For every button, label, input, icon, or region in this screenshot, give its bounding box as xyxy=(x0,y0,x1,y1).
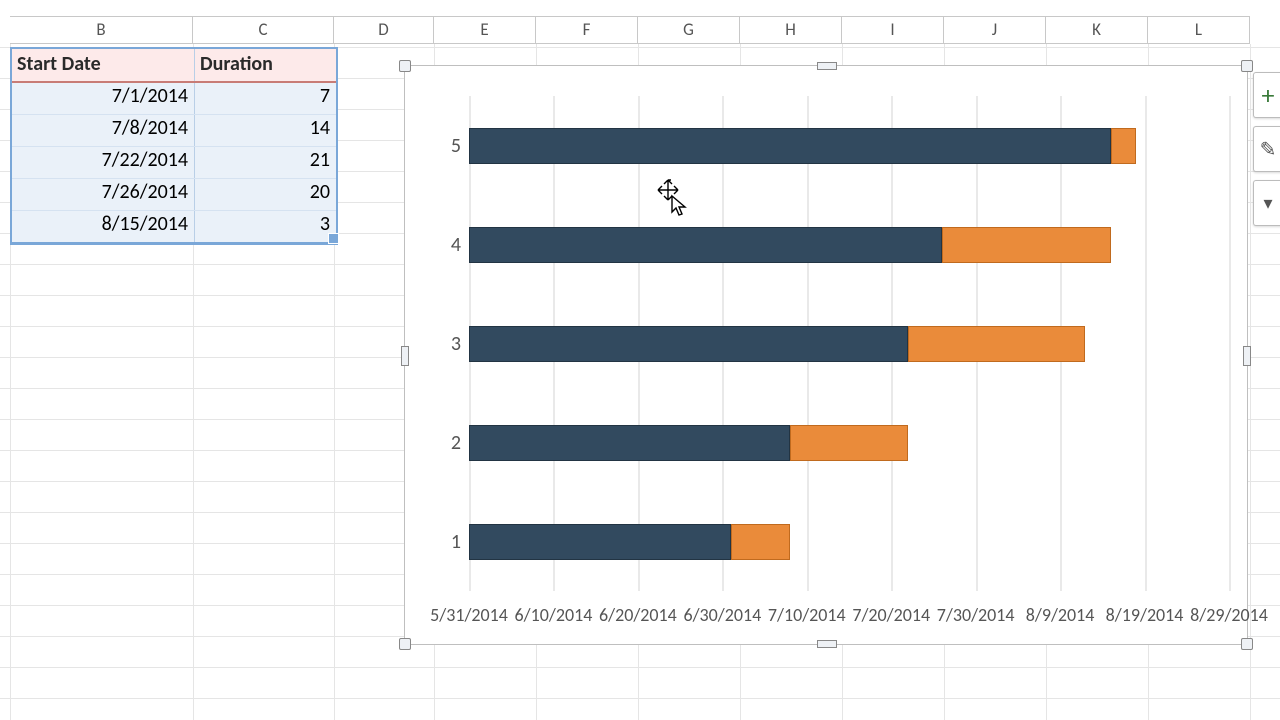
plus-icon: + xyxy=(1262,79,1275,111)
column-header-K[interactable]: K xyxy=(1046,16,1148,44)
column-header-L[interactable]: L xyxy=(1148,16,1250,44)
cell-duration[interactable]: 3 xyxy=(195,211,336,242)
y-tick-label: 2 xyxy=(441,431,461,455)
x-tick-label: 7/10/2014 xyxy=(768,604,846,626)
bar-segment-duration[interactable] xyxy=(731,524,790,560)
cell-duration[interactable]: 7 xyxy=(195,83,336,114)
bar-segment-duration[interactable] xyxy=(942,227,1111,263)
bar-segment-start[interactable] xyxy=(469,524,731,560)
brush-icon: ✎ xyxy=(1260,137,1277,162)
bar-segment-start[interactable] xyxy=(469,425,790,461)
column-header-I[interactable]: I xyxy=(842,16,944,44)
cell-duration[interactable]: 21 xyxy=(195,147,336,178)
column-header-G[interactable]: G xyxy=(638,16,740,44)
filter-icon: ▾ xyxy=(1263,192,1272,214)
y-tick-label: 5 xyxy=(441,134,461,158)
cell-start-date[interactable]: 7/22/2014 xyxy=(12,147,195,178)
bar-segment-duration[interactable] xyxy=(908,326,1085,362)
resize-handle-l[interactable] xyxy=(401,346,409,366)
resize-handle-br[interactable] xyxy=(1241,638,1253,650)
resize-handle-tl[interactable] xyxy=(399,60,411,72)
worksheet[interactable]: BCDEFGHIJKL Start Date Duration 7/1/2014… xyxy=(0,0,1280,720)
resize-handle-bl[interactable] xyxy=(399,638,411,650)
bar-segment-duration[interactable] xyxy=(790,425,908,461)
chart-filter-button[interactable]: ▾ xyxy=(1253,180,1280,226)
cell-duration[interactable]: 20 xyxy=(195,179,336,210)
cell-start-date[interactable]: 7/26/2014 xyxy=(12,179,195,210)
bar-row[interactable] xyxy=(469,326,1229,362)
selected-range[interactable]: Start Date Duration 7/1/201477/8/2014147… xyxy=(10,47,338,245)
bar-segment-start[interactable] xyxy=(469,128,1111,164)
x-axis: 5/31/2014 6/10/2014 6/20/2014 6/30/2014 7/10… xyxy=(431,604,1237,634)
resize-handle-r[interactable] xyxy=(1243,346,1251,366)
header-duration: Duration xyxy=(195,49,336,81)
cell-start-date[interactable]: 7/1/2014 xyxy=(12,83,195,114)
table-row[interactable]: 7/1/20147 xyxy=(12,83,336,114)
bar-segment-duration[interactable] xyxy=(1111,128,1136,164)
bar-row[interactable] xyxy=(469,128,1229,164)
x-tick-label: 8/19/2014 xyxy=(1106,604,1184,626)
resize-handle-b[interactable] xyxy=(817,640,837,648)
x-tick-label: 5/31/2014 xyxy=(430,604,508,626)
x-tick-label: 6/30/2014 xyxy=(683,604,761,626)
column-header-F[interactable]: F xyxy=(536,16,638,44)
column-header-J[interactable]: J xyxy=(944,16,1046,44)
resize-handle-tr[interactable] xyxy=(1241,60,1253,72)
x-tick-label: 7/20/2014 xyxy=(852,604,930,626)
table-row[interactable]: 8/15/20143 xyxy=(12,210,336,242)
cell-start-date[interactable]: 8/15/2014 xyxy=(12,211,195,242)
bar-row[interactable] xyxy=(469,425,1229,461)
column-header-E[interactable]: E xyxy=(434,16,536,44)
y-tick-label: 4 xyxy=(441,233,461,257)
chart-elements-button[interactable]: + xyxy=(1253,72,1280,118)
y-tick-label: 1 xyxy=(441,530,461,554)
resize-handle-t[interactable] xyxy=(817,62,837,70)
bar-segment-start[interactable] xyxy=(469,227,942,263)
column-header-H[interactable]: H xyxy=(740,16,842,44)
plot-area[interactable] xyxy=(469,96,1229,591)
column-header-row: BCDEFGHIJKL xyxy=(0,16,1280,44)
x-tick-label: 6/10/2014 xyxy=(515,604,593,626)
column-header-B[interactable]: B xyxy=(10,16,193,44)
selection-fill-handle[interactable] xyxy=(328,233,339,244)
x-tick-label: 8/9/2014 xyxy=(1026,604,1095,626)
x-tick-label: 6/20/2014 xyxy=(599,604,677,626)
bar-row[interactable] xyxy=(469,524,1229,560)
cell-start-date[interactable]: 7/8/2014 xyxy=(12,115,195,146)
bar-row[interactable] xyxy=(469,227,1229,263)
y-tick-label: 3 xyxy=(441,332,461,356)
table-row[interactable]: 7/8/201414 xyxy=(12,114,336,146)
bar-segment-start[interactable] xyxy=(469,326,908,362)
table-row[interactable]: 7/22/201421 xyxy=(12,146,336,178)
column-header-D[interactable]: D xyxy=(334,16,434,44)
header-start-date: Start Date xyxy=(12,49,195,81)
table-row[interactable]: 7/26/201420 xyxy=(12,178,336,210)
x-tick-label: 7/30/2014 xyxy=(937,604,1015,626)
cell-duration[interactable]: 14 xyxy=(195,115,336,146)
column-header-C[interactable]: C xyxy=(193,16,334,44)
chart-styles-button[interactable]: ✎ xyxy=(1253,126,1280,172)
x-tick-label: 8/29/2014 xyxy=(1190,604,1268,626)
table-header-row: Start Date Duration xyxy=(12,49,336,83)
chart-object[interactable]: 5/31/2014 6/10/2014 6/20/2014 6/30/2014 7/10… xyxy=(404,65,1248,645)
